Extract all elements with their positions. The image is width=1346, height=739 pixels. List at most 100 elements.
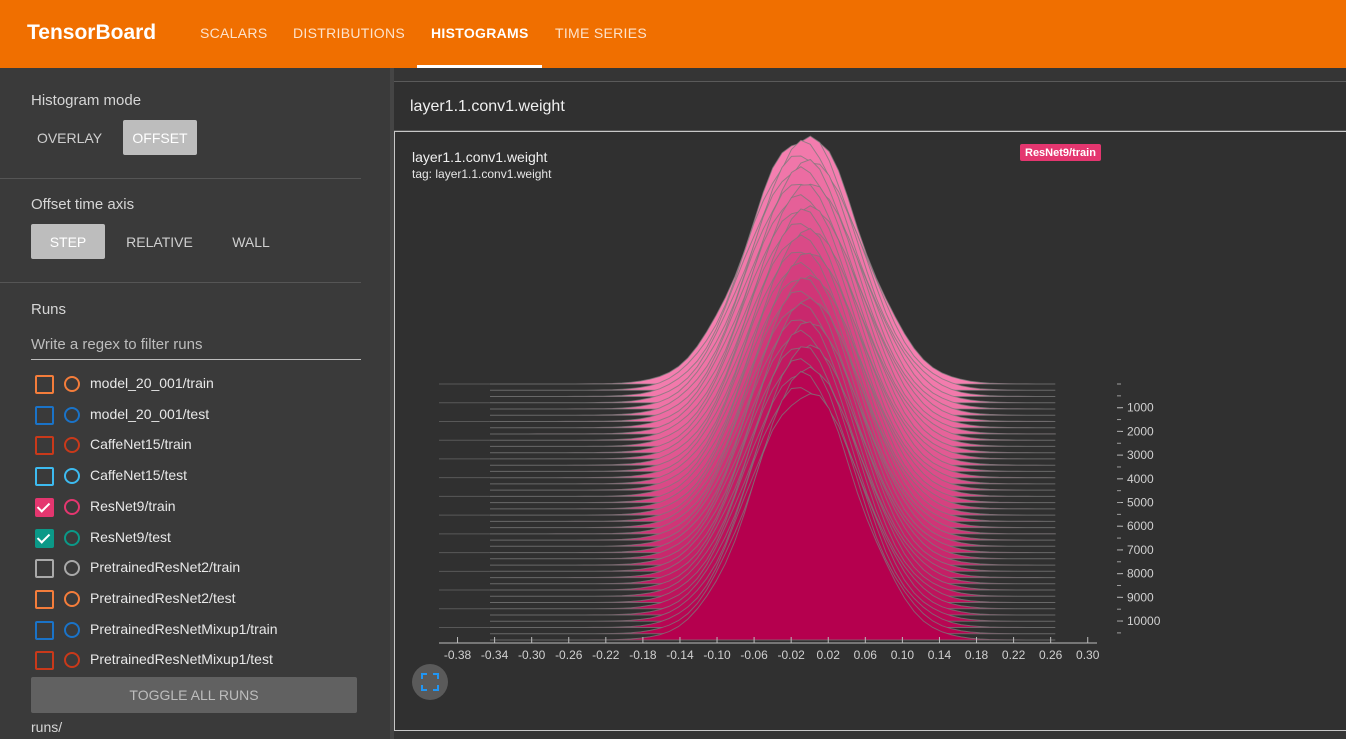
histogram-plot: -0.38 -0.34 -0.30 -0.26 -0.22 -0.18 -0.14 -0.10… xyxy=(439,135,1161,662)
x-tick-label: 0.30 xyxy=(1076,648,1100,662)
x-tick-label: 0.14 xyxy=(928,648,952,662)
x-tick-label: -0.22 xyxy=(592,648,620,662)
x-tick-label: -0.38 xyxy=(444,648,472,662)
y-tick-label: 5000 xyxy=(1127,496,1154,510)
tag-group-title: layer1.1.conv1.weight xyxy=(410,98,565,115)
x-tick-label: 0.18 xyxy=(965,648,989,662)
run-checkbox[interactable] xyxy=(35,405,54,425)
run-label: ResNet9/train xyxy=(90,497,176,514)
run-row[interactable]: CaffeNet15/train xyxy=(35,434,375,456)
tab-histograms[interactable]: HISTOGRAMS xyxy=(431,25,529,41)
x-tick-label: -0.14 xyxy=(666,648,694,662)
card-tag: tag: layer1.1.conv1.weight xyxy=(412,167,552,181)
run-color-picker[interactable] xyxy=(64,498,80,515)
x-tick-label: 0.22 xyxy=(1002,648,1026,662)
y-tick-label: 8000 xyxy=(1127,567,1154,581)
top-app-bar: TensorBoard SCALARS DISTRIBUTIONS HISTOG… xyxy=(0,0,1346,68)
histogram-slice xyxy=(490,393,1056,641)
run-label: PretrainedResNet2/train xyxy=(90,559,241,576)
run-color-picker[interactable] xyxy=(64,529,80,546)
run-color-picker[interactable] xyxy=(64,406,80,423)
y-tick-label: 3000 xyxy=(1127,448,1154,462)
tab-distributions[interactable]: DISTRIBUTIONS xyxy=(293,25,405,41)
x-tick-label: 0.26 xyxy=(1039,648,1063,662)
divider xyxy=(0,178,361,179)
run-color-picker[interactable] xyxy=(64,590,80,607)
run-color-picker[interactable] xyxy=(64,652,80,669)
y-tick-label: 2000 xyxy=(1127,424,1154,438)
run-row[interactable]: ResNet9/train xyxy=(35,496,375,518)
y-tick-label: 1000 xyxy=(1127,401,1154,415)
run-color-picker[interactable] xyxy=(64,560,80,577)
card-title: layer1.1.conv1.weight xyxy=(412,149,548,165)
run-row[interactable]: PretrainedResNetMixup1/train xyxy=(35,619,375,641)
run-checkbox[interactable] xyxy=(35,467,54,487)
x-tick-label: 0.06 xyxy=(854,648,878,662)
expand-button[interactable] xyxy=(412,664,448,700)
run-label: model_20_001/test xyxy=(90,405,210,422)
run-checkbox[interactable] xyxy=(35,528,54,548)
check-icon xyxy=(36,529,51,544)
divider xyxy=(0,282,361,283)
y-tick-label: 10000 xyxy=(1127,614,1161,628)
main-header-strip xyxy=(394,68,1346,82)
run-row[interactable]: PretrainedResNetMixup1/test xyxy=(35,649,375,671)
run-checkbox[interactable] xyxy=(35,375,54,394)
run-checkbox[interactable] xyxy=(35,436,54,456)
run-color-picker[interactable] xyxy=(64,468,80,485)
run-color-picker[interactable] xyxy=(64,437,80,454)
toggle-all-runs-button[interactable]: TOGGLE ALL RUNS xyxy=(31,677,357,713)
overlay-button[interactable]: OVERLAY xyxy=(31,120,108,155)
relative-button[interactable]: RELATIVE xyxy=(118,224,201,259)
run-label: CaffeNet15/test xyxy=(90,467,188,484)
run-chip: ResNet9/train xyxy=(1020,144,1101,161)
run-checkbox[interactable] xyxy=(35,559,54,579)
run-checkbox[interactable] xyxy=(35,497,54,517)
y-tick-label: 6000 xyxy=(1127,519,1154,533)
wall-button[interactable]: WALL xyxy=(220,224,282,259)
x-tick-label: -0.10 xyxy=(703,648,731,662)
y-tick-label: 7000 xyxy=(1127,543,1154,557)
y-tick-label: 4000 xyxy=(1127,472,1154,486)
histogram-mode-title: Histogram mode xyxy=(31,92,142,109)
step-button[interactable]: STEP xyxy=(31,224,105,259)
app-title: TensorBoard xyxy=(27,21,157,44)
x-tick-label: 0.02 xyxy=(817,648,841,662)
run-label: CaffeNet15/train xyxy=(90,436,192,453)
fullscreen-icon xyxy=(421,673,439,691)
x-tick-label: 0.10 xyxy=(891,648,915,662)
run-row[interactable]: ResNet9/test xyxy=(35,527,375,549)
run-row[interactable]: PretrainedResNet2/train xyxy=(35,557,375,579)
run-color-picker[interactable] xyxy=(64,376,80,392)
run-label: PretrainedResNetMixup1/test xyxy=(90,651,273,668)
x-tick-label: -0.02 xyxy=(777,648,805,662)
x-tick-label: -0.06 xyxy=(740,648,768,662)
check-icon xyxy=(36,499,51,513)
run-row[interactable]: model_20_001/train xyxy=(35,373,375,395)
run-checkbox[interactable] xyxy=(35,589,54,609)
card-footer-strip xyxy=(394,731,1346,739)
log-directory: runs/ xyxy=(31,719,63,735)
run-label: ResNet9/test xyxy=(90,528,171,545)
run-row[interactable]: CaffeNet15/test xyxy=(35,465,375,487)
run-row[interactable]: PretrainedResNet2/test xyxy=(35,588,375,610)
run-label: PretrainedResNetMixup1/train xyxy=(90,620,278,637)
x-tick-label: -0.30 xyxy=(518,648,546,662)
run-color-picker[interactable] xyxy=(64,621,80,638)
histogram-card: -0.38 -0.34 -0.30 -0.26 -0.22 -0.18 -0.14 -0.10… xyxy=(394,131,1346,731)
tab-time-series[interactable]: TIME SERIES xyxy=(555,25,647,41)
runs-title: Runs xyxy=(31,301,67,318)
run-label: PretrainedResNet2/test xyxy=(90,589,236,606)
tag-group-header[interactable]: layer1.1.conv1.weight xyxy=(394,82,1346,131)
run-label: model_20_001/train xyxy=(90,375,214,391)
tab-scalars[interactable]: SCALARS xyxy=(200,25,267,41)
offset-button[interactable]: OFFSET xyxy=(123,120,197,155)
x-tick-label: -0.34 xyxy=(481,648,509,662)
run-row[interactable]: model_20_001/test xyxy=(35,404,375,426)
y-tick-label: 9000 xyxy=(1127,590,1154,604)
run-checkbox[interactable] xyxy=(35,651,54,671)
run-filter-input[interactable]: Write a regex to filter runs xyxy=(31,329,361,360)
run-checkbox[interactable] xyxy=(35,620,54,640)
offset-time-axis-title: Offset time axis xyxy=(31,196,135,213)
x-tick-label: -0.26 xyxy=(555,648,583,662)
